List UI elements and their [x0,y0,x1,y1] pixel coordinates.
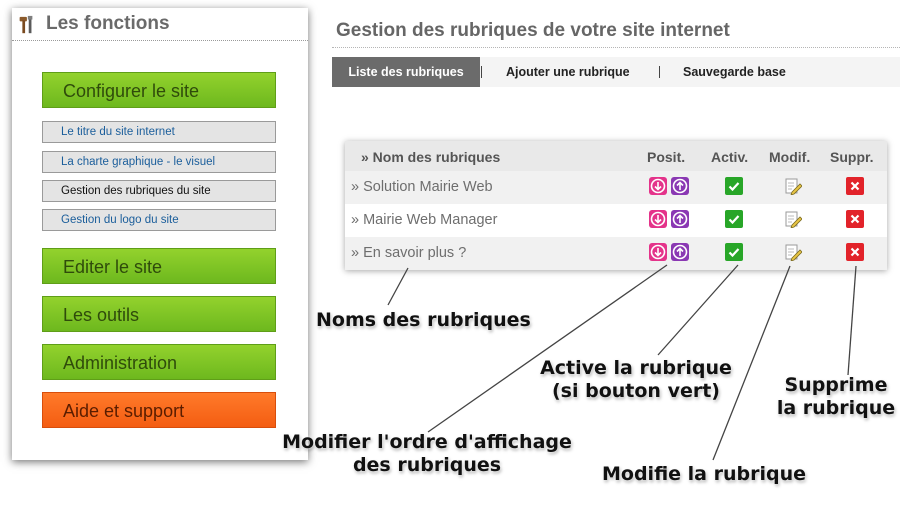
annotation-modify: Modifie la rubrique [602,463,806,485]
annotation-activate: Active la rubrique (si bouton vert) [539,357,733,403]
annotation-order-line2: des rubriques [352,454,502,476]
annotation-section-names: Noms des rubriques [316,309,531,331]
annotation-delete-line2: la rubrique [776,397,896,419]
annotation-activate-line1: Active la rubrique [540,357,732,379]
annotation-order: Modifier l'ordre d'affichage des rubriqu… [276,431,578,477]
annotation-order-line1: Modifier l'ordre d'affichage [282,431,572,453]
annotation-activate-line2: (si bouton vert) [552,380,720,402]
annotation-delete-line1: Supprime [784,374,888,396]
annotation-delete: Supprime la rubrique [774,374,898,420]
